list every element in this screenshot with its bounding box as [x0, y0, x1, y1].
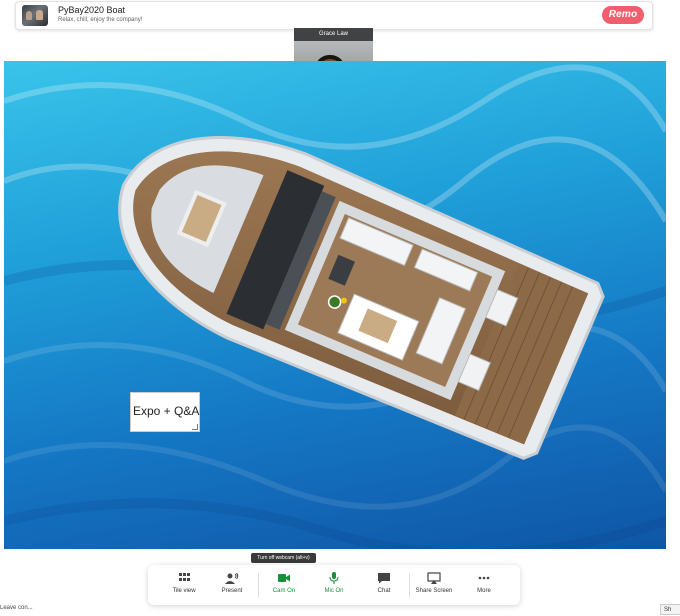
floor-map[interactable] — [4, 61, 666, 549]
bottom-left-text[interactable]: Leave con... — [0, 605, 72, 615]
share-screen-button[interactable]: Share Screen — [410, 565, 458, 605]
grid-icon — [179, 573, 190, 581]
more-button[interactable]: More — [462, 565, 506, 605]
cam-toggle-button[interactable]: Cam On — [262, 565, 306, 605]
participant-name: Grace Law — [294, 28, 373, 41]
share-screen-icon — [427, 572, 441, 584]
room-label-box[interactable]: Expo + Q&A — [130, 392, 200, 432]
webcam-tooltip: Turn off webcam (alt+v) — [251, 553, 316, 563]
more-label: More — [477, 588, 491, 594]
bottom-right-button[interactable]: Sh — [660, 604, 680, 615]
event-thumbnail — [22, 5, 48, 26]
share-screen-label: Share Screen — [415, 588, 453, 594]
tile-view-button[interactable]: Tile view — [162, 565, 206, 605]
present-icon — [225, 572, 239, 584]
present-button[interactable]: Present — [210, 565, 254, 605]
chat-label: Chat — [377, 588, 391, 594]
mic-label: Mic On — [324, 588, 344, 594]
present-label: Present — [221, 588, 243, 594]
cam-label: Cam On — [272, 588, 296, 594]
microphone-icon — [329, 572, 339, 584]
mic-toggle-button[interactable]: Mic On — [312, 565, 356, 605]
event-subtitle: Relax, chill, enjoy the company! — [58, 17, 143, 23]
resize-handle[interactable] — [192, 424, 198, 430]
bottom-toolbar: Tile view Present Cam On Mic On Chat Sha… — [148, 565, 520, 605]
event-header: PyBay2020 Boat Relax, chill, enjoy the c… — [15, 1, 653, 30]
chat-icon — [378, 573, 390, 584]
tile-view-label: Tile view — [172, 588, 196, 594]
toolbar-divider — [258, 573, 259, 597]
boat-floor-plan — [4, 64, 666, 549]
camera-icon — [278, 574, 290, 582]
event-title: PyBay2020 Boat — [58, 5, 126, 15]
room-label: Expo + Q&A — [133, 404, 200, 418]
remo-logo[interactable]: Remo — [602, 6, 644, 24]
chat-button[interactable]: Chat — [362, 565, 406, 605]
more-dots-icon — [478, 576, 490, 580]
